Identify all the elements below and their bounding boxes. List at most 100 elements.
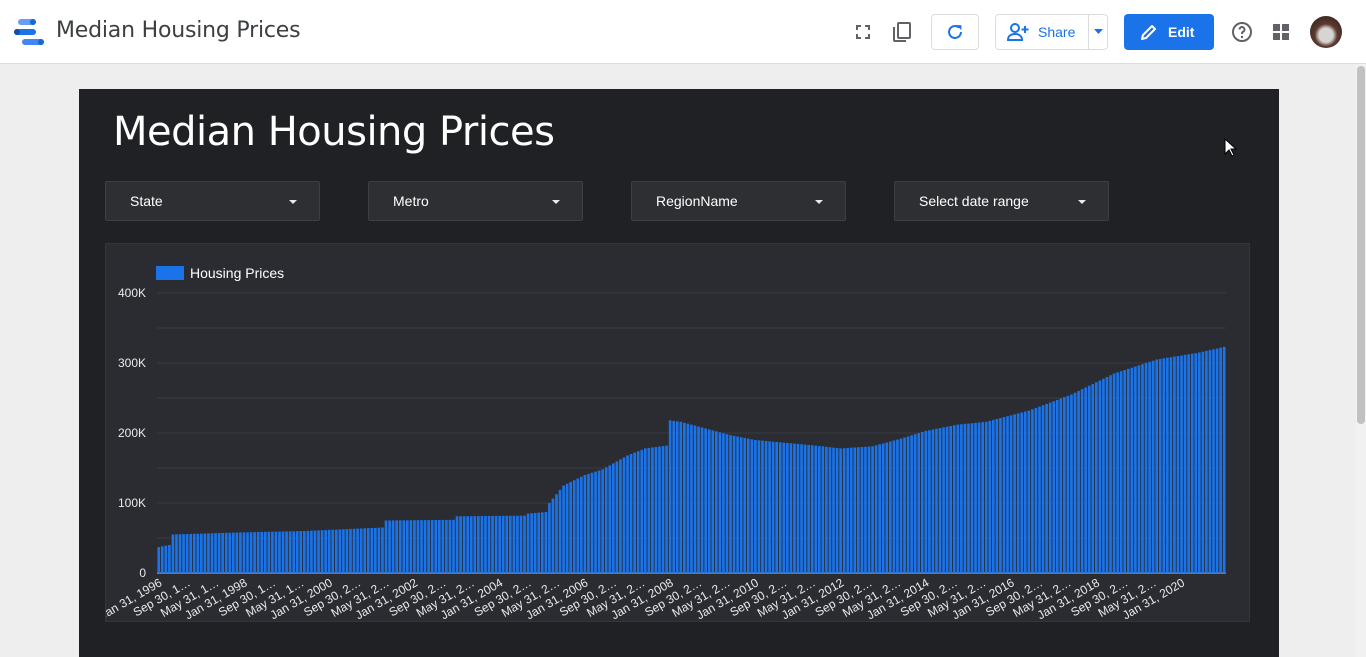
bar[interactable] [992, 419, 995, 573]
bar[interactable] [160, 546, 164, 573]
bar[interactable] [1201, 351, 1205, 573]
bar[interactable] [647, 447, 651, 573]
bar[interactable] [246, 532, 249, 573]
edit-button[interactable]: Edit [1124, 14, 1214, 50]
bar[interactable] [498, 515, 501, 573]
bar[interactable] [501, 515, 505, 573]
bar[interactable] [313, 530, 317, 573]
bar[interactable] [185, 534, 189, 573]
bar[interactable] [1009, 415, 1013, 573]
bar[interactable] [544, 512, 548, 573]
bar[interactable] [629, 454, 633, 573]
bar[interactable] [1038, 406, 1041, 573]
bar[interactable] [406, 520, 409, 573]
bar[interactable] [267, 531, 271, 573]
bar[interactable] [1155, 359, 1159, 574]
bar[interactable] [725, 434, 729, 573]
bar[interactable] [878, 444, 881, 573]
bar[interactable] [1162, 358, 1166, 573]
bar[interactable] [608, 465, 612, 573]
bar[interactable] [842, 448, 846, 573]
bar[interactable] [697, 426, 700, 573]
bar[interactable] [636, 451, 640, 573]
bar[interactable] [732, 435, 736, 573]
bar[interactable] [690, 424, 693, 573]
bar[interactable] [743, 437, 747, 573]
bar[interactable] [867, 446, 871, 573]
bar[interactable] [1158, 358, 1162, 573]
bar[interactable] [803, 444, 807, 573]
bar[interactable] [242, 532, 246, 573]
bar[interactable] [214, 533, 217, 573]
bar[interactable] [1194, 353, 1198, 573]
bar[interactable] [178, 534, 182, 573]
bar[interactable] [452, 519, 455, 573]
bar[interactable] [1219, 347, 1222, 573]
bar[interactable] [1169, 357, 1173, 573]
bar[interactable] [668, 420, 672, 573]
bar[interactable] [906, 436, 910, 573]
bar[interactable] [285, 531, 288, 573]
bar[interactable] [576, 478, 580, 574]
bar[interactable] [551, 498, 555, 573]
bar[interactable] [331, 529, 335, 573]
bar[interactable] [778, 442, 782, 573]
bar[interactable] [572, 480, 576, 573]
bar[interactable] [871, 446, 874, 573]
bar[interactable] [1045, 403, 1048, 573]
bar[interactable] [1151, 360, 1155, 573]
bar[interactable] [960, 424, 963, 573]
bar[interactable] [1031, 409, 1034, 573]
bar[interactable] [590, 472, 594, 573]
bar[interactable] [952, 425, 956, 573]
bar[interactable] [626, 455, 629, 573]
bar[interactable] [1077, 391, 1080, 573]
bar[interactable] [821, 446, 825, 573]
bar[interactable] [427, 520, 430, 573]
bar[interactable] [597, 470, 601, 573]
copy-icon[interactable] [890, 20, 914, 44]
page-scrollbar[interactable] [1356, 64, 1366, 657]
bar[interactable] [1166, 357, 1169, 573]
bar[interactable] [1016, 413, 1020, 573]
bar[interactable] [956, 424, 960, 573]
bar[interactable] [1023, 411, 1027, 573]
bar[interactable] [1087, 385, 1091, 573]
bar[interactable] [924, 430, 928, 573]
apps-grid-icon[interactable] [1269, 20, 1293, 44]
bar[interactable] [889, 441, 892, 573]
filter-date-range[interactable]: Select date range [894, 181, 1109, 221]
bar[interactable] [729, 435, 732, 573]
bar[interactable] [494, 515, 498, 573]
bar[interactable] [526, 513, 530, 574]
bar[interactable] [892, 440, 896, 573]
bar[interactable] [484, 516, 487, 573]
bar[interactable] [249, 532, 253, 573]
bar[interactable] [402, 520, 406, 573]
bar[interactable] [583, 475, 587, 573]
bar[interactable] [292, 531, 296, 573]
bar[interactable] [530, 513, 533, 573]
bar[interactable] [469, 516, 473, 573]
bar[interactable] [569, 482, 573, 573]
bar[interactable] [189, 533, 193, 573]
bar[interactable] [839, 448, 842, 573]
share-options-button[interactable] [1088, 14, 1108, 50]
bar[interactable] [239, 532, 242, 573]
bar[interactable] [565, 483, 569, 573]
bar[interactable] [793, 443, 796, 573]
bar[interactable] [686, 423, 690, 573]
bar[interactable] [263, 531, 267, 573]
bar[interactable] [480, 516, 484, 573]
bar[interactable] [430, 520, 434, 573]
bar[interactable] [949, 426, 953, 573]
bar[interactable] [825, 446, 828, 573]
bar[interactable] [217, 533, 221, 573]
bar[interactable] [942, 427, 945, 573]
bar[interactable] [807, 444, 810, 573]
bar[interactable] [594, 471, 597, 573]
bar[interactable] [810, 445, 814, 573]
bar[interactable] [604, 467, 608, 573]
bar[interactable] [196, 533, 200, 573]
bar[interactable] [1048, 402, 1052, 573]
